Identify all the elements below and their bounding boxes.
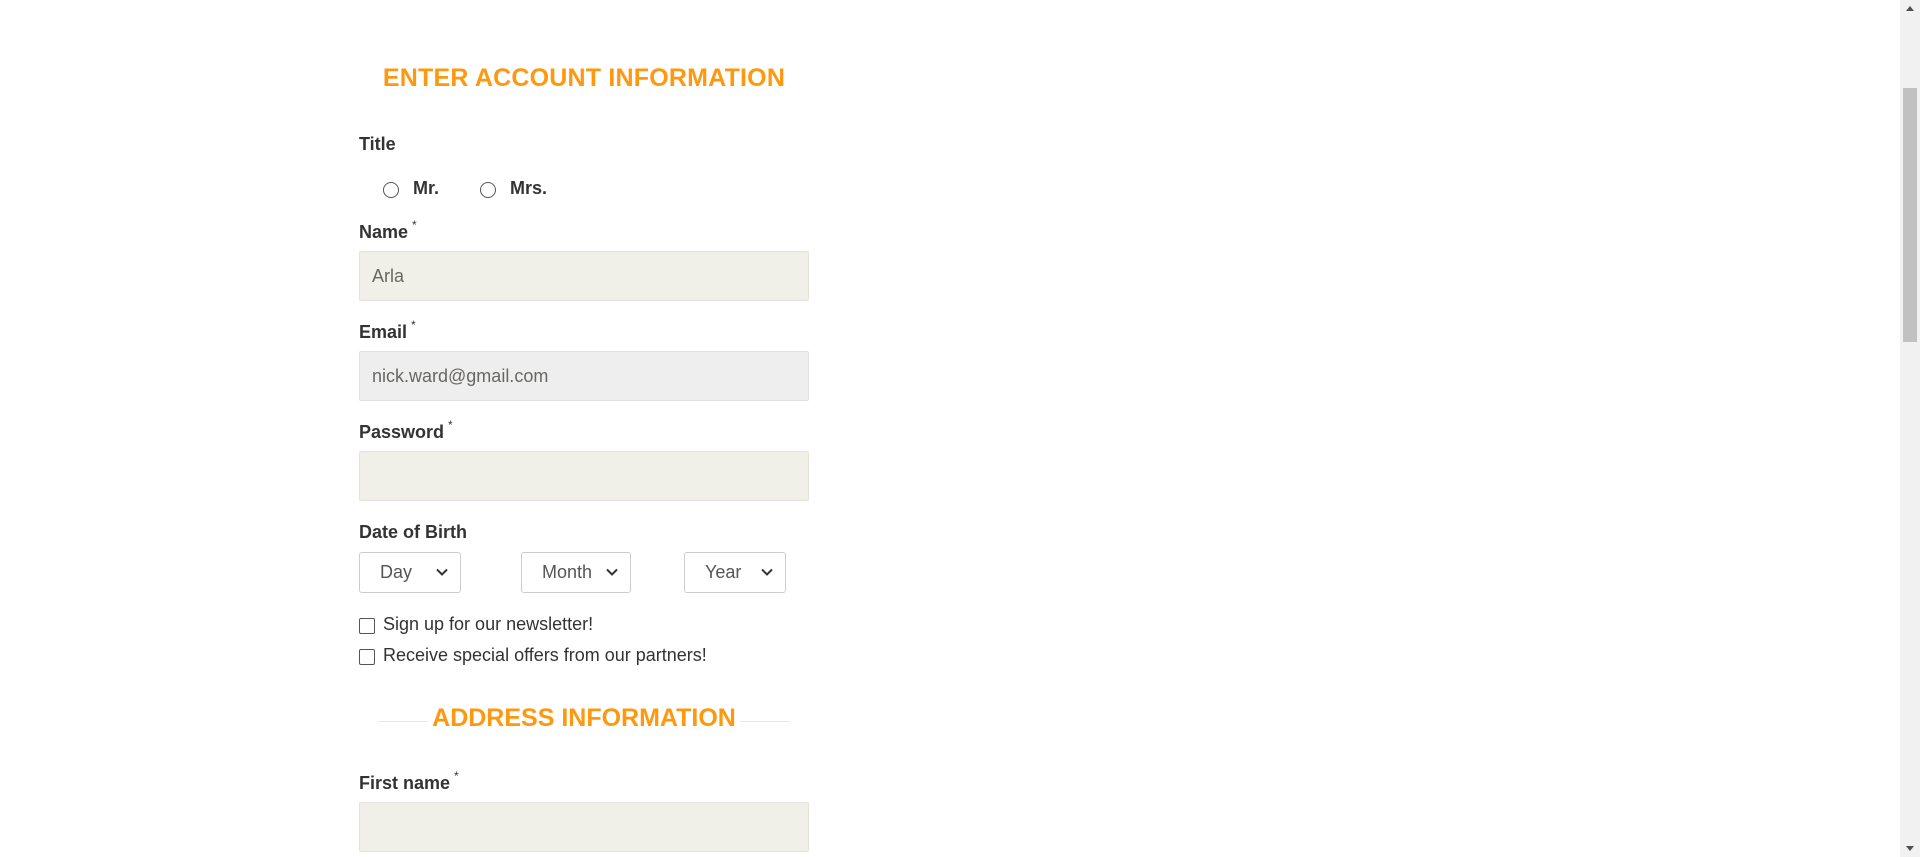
special-offers-checkbox[interactable] <box>359 648 375 665</box>
title-mrs-label: Mrs. <box>510 177 548 198</box>
scroll-up-arrow-icon[interactable] <box>1906 6 1914 11</box>
first-name-label-text: First name <box>359 773 451 793</box>
name-required-mark: * <box>412 218 417 232</box>
email-label-text: Email <box>359 322 408 342</box>
newsletter-checkbox[interactable] <box>359 617 375 634</box>
dob-label: Date of Birth <box>359 522 467 542</box>
name-label-text: Name <box>359 222 409 242</box>
dob-month-select[interactable]: Month <box>521 552 631 593</box>
scrollbar-thumb[interactable] <box>1903 88 1917 342</box>
dob-day-select[interactable]: Day <box>359 552 461 593</box>
newsletter-label: Sign up for our newsletter! <box>383 613 594 634</box>
chevron-down-icon <box>606 568 618 576</box>
address-info-heading: ADDRESS INFORMATION <box>428 704 740 733</box>
title-mr-label: Mr. <box>413 177 440 198</box>
password-required-mark: * <box>448 418 453 432</box>
title-mr-radio[interactable] <box>383 182 399 198</box>
password-label: Password * <box>359 418 453 443</box>
chevron-down-icon <box>436 568 448 576</box>
first-name-input[interactable] <box>359 802 809 852</box>
email-required-mark: * <box>411 318 416 332</box>
signup-page: ENTER ACCOUNT INFORMATION Title Mr. Mrs.… <box>0 0 1920 857</box>
title-label: Title <box>359 134 396 154</box>
password-label-text: Password <box>359 422 445 442</box>
name-label: Name * <box>359 218 417 243</box>
title-mrs-radio[interactable] <box>480 182 496 198</box>
dob-month-value: Month <box>542 562 593 582</box>
scroll-down-arrow-icon[interactable] <box>1906 846 1914 851</box>
title-mrs-option[interactable]: Mrs. <box>480 176 547 200</box>
chevron-down-icon <box>761 568 773 576</box>
dob-year-select[interactable]: Year <box>684 552 786 593</box>
dob-year-value: Year <box>705 562 742 582</box>
dob-day-value: Day <box>380 562 413 582</box>
special-offers-option[interactable]: Receive special offers from our partners… <box>359 644 707 666</box>
email-label: Email * <box>359 318 416 343</box>
address-info-heading-wrap: ADDRESS INFORMATION <box>359 704 809 738</box>
first-name-label: First name * <box>359 769 459 794</box>
password-input[interactable] <box>359 451 809 501</box>
account-info-heading: ENTER ACCOUNT INFORMATION <box>382 64 786 92</box>
email-input[interactable] <box>359 351 809 401</box>
page-scrollbar[interactable] <box>1900 0 1920 857</box>
name-input[interactable] <box>359 251 809 301</box>
special-offers-label: Receive special offers from our partners… <box>383 644 707 665</box>
newsletter-option[interactable]: Sign up for our newsletter! <box>359 613 593 635</box>
title-mr-option[interactable]: Mr. <box>383 176 439 200</box>
first-name-required-mark: * <box>454 769 459 783</box>
